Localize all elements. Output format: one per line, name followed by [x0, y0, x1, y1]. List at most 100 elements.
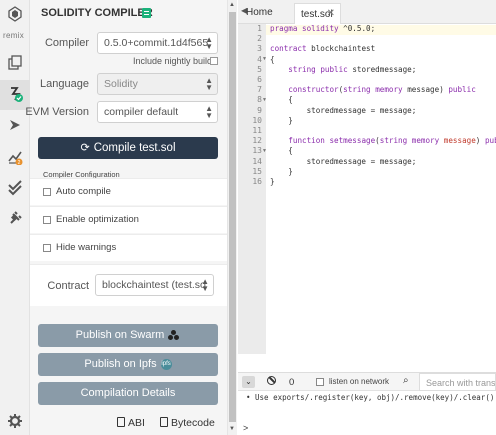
tab-test-sol[interactable]: test.sol ✕: [294, 3, 341, 24]
documentation-icon[interactable]: [142, 8, 151, 18]
compiler-version-select[interactable]: 0.5.0+commit.1d4f565 ▲ ▼: [97, 32, 218, 54]
solidity-compiler-icon[interactable]: [7, 86, 23, 102]
code-line: string public storedmessage;: [288, 64, 417, 74]
clear-console-icon[interactable]: [267, 376, 276, 385]
compile-button[interactable]: ⟳ Compile test.sol: [38, 137, 218, 159]
line-number: 5: [257, 64, 262, 74]
evm-version-select[interactable]: compiler default ▲ ▼: [97, 101, 218, 123]
copy-abi-button[interactable]: ABI: [117, 417, 145, 429]
line-number: 15: [252, 166, 262, 176]
clipboard-icon: [117, 417, 125, 427]
line-number: 11: [252, 126, 262, 135]
swarm-icon: [168, 329, 180, 341]
remix-logo-icon[interactable]: [7, 6, 23, 22]
language-select[interactable]: Solidity ▲ ▼: [97, 73, 218, 95]
code-editor[interactable]: pragma solidity ^0.5.0; contract blockch…: [266, 24, 496, 354]
code-line: {: [270, 146, 293, 156]
code-line: function setmessage(string memory messag…: [288, 136, 496, 146]
refresh-icon: ⟳: [80, 142, 90, 154]
line-number: 7: [257, 85, 262, 95]
analysis-icon[interactable]: 2: [7, 149, 23, 165]
copy-bytecode-button[interactable]: Bytecode: [160, 417, 215, 429]
listen-network-checkbox[interactable]: [316, 378, 324, 386]
settings-gear-icon[interactable]: [7, 413, 23, 429]
compilation-details-button[interactable]: Compilation Details: [38, 382, 218, 405]
contract-select[interactable]: blockchaintest (test.so ▲ ▼: [95, 274, 214, 296]
line-number: 4: [257, 54, 262, 64]
enable-optimization-checkbox[interactable]: [43, 216, 51, 224]
code-line: storedmessage = message;: [270, 105, 417, 115]
publish-ipfs-label: Publish on Ipfs: [84, 358, 157, 370]
line-number: 16: [252, 177, 262, 186]
scrollbar-thumb[interactable]: [229, 12, 236, 422]
publish-swarm-label: Publish on Swarm: [75, 329, 165, 341]
line-number: 12: [252, 136, 262, 146]
close-tab-icon[interactable]: ✕: [327, 8, 335, 19]
collapse-terminal-icon[interactable]: ⌄: [242, 376, 255, 388]
contract-label: Contract: [47, 280, 89, 292]
panel-title: SOLIDITY COMPILER: [41, 7, 153, 19]
line-number: 8: [257, 95, 262, 105]
select-caret-icon: ▲ ▼: [205, 104, 213, 120]
plugin-manager-icon[interactable]: [7, 210, 23, 226]
listen-network-label: listen on network: [329, 377, 390, 386]
hide-warnings-label[interactable]: Hide warnings: [56, 242, 116, 253]
search-icon: ⌕: [403, 375, 409, 386]
ipfs-icon: ipfs: [160, 358, 172, 370]
publish-ipfs-button[interactable]: Publish on Ipfs ipfs: [38, 353, 218, 376]
line-number: 9: [257, 105, 262, 115]
select-caret-icon: ▲ ▼: [205, 35, 213, 51]
deploy-run-icon[interactable]: [7, 117, 23, 133]
nightly-builds-label: Include nightly builds: [133, 56, 217, 66]
remix-logo-label: remix: [3, 31, 25, 40]
evm-version-value: compiler default: [104, 106, 179, 118]
enable-optimization-option: Enable optimization: [30, 206, 227, 233]
file-explorer-icon[interactable]: [7, 55, 23, 71]
line-number: 3: [257, 44, 262, 54]
publish-swarm-button[interactable]: Publish on Swarm: [38, 324, 218, 347]
auto-compile-checkbox[interactable]: [43, 188, 51, 196]
terminal-message: • Use exports/.register(key, obj)/.remov…: [246, 393, 496, 402]
terminal-output: • Use exports/.register(key, obj)/.remov…: [238, 391, 496, 435]
abi-label: ABI: [128, 417, 145, 429]
select-caret-icon: ▲ ▼: [205, 76, 213, 92]
hide-warnings-option: Hide warnings: [30, 234, 227, 261]
editor-gutter: 1 2 3 4 5 6 7 8 9 10 11 12 13 14 15 16 ▼…: [238, 24, 267, 354]
code-line: }: [270, 115, 293, 125]
contract-value: blockchaintest (test.so: [102, 279, 206, 291]
evm-version-label: EVM Version: [25, 106, 89, 118]
code-line: contract blockchaintest: [270, 44, 376, 54]
compiler-panel: SOLIDITY COMPILER Compiler 0.5.0+commit.…: [25, 0, 227, 435]
testing-check-icon[interactable]: [7, 180, 23, 196]
analysis-badge-count: 2: [18, 160, 21, 165]
hide-warnings-checkbox[interactable]: [43, 244, 51, 252]
compilation-details-label: Compilation Details: [80, 387, 176, 399]
scroll-down-arrow-icon[interactable]: ▼: [229, 426, 235, 432]
compiler-version-value: 0.5.0+commit.1d4f565: [104, 37, 209, 49]
code-line: {: [270, 95, 293, 105]
terminal-search-input[interactable]: Search with transaction hash or address: [419, 373, 496, 391]
contract-row: Contract blockchaintest (test.so ▲ ▼: [30, 264, 227, 306]
line-number: 10: [252, 115, 262, 125]
select-caret-icon: ▲ ▼: [201, 277, 209, 293]
enable-optimization-label[interactable]: Enable optimization: [56, 214, 139, 225]
code-line: pragma solidity ^0.5.0;: [270, 24, 376, 33]
tab-home[interactable]: Home: [246, 7, 273, 18]
code-line: constructor(string memory message) publi…: [288, 85, 476, 95]
auto-compile-option: Auto compile: [30, 178, 227, 205]
panel-scrollbar[interactable]: ▲ ▼: [227, 0, 237, 435]
line-number: 14: [252, 156, 262, 166]
line-number: 13: [252, 146, 262, 156]
bytecode-label: Bytecode: [171, 417, 215, 429]
terminal-prompt[interactable]: >: [243, 423, 248, 433]
compiler-label: Compiler: [44, 37, 89, 49]
code-line: storedmessage = message;: [270, 156, 417, 166]
nightly-builds-checkbox[interactable]: [210, 57, 218, 65]
scroll-up-arrow-icon[interactable]: ▲: [229, 2, 235, 8]
terminal-toolbar: ⌄ 0 listen on network ⌕ Search with tran…: [238, 372, 496, 391]
line-number: 2: [257, 34, 262, 44]
clipboard-icon: [160, 417, 168, 427]
code-line: }: [270, 166, 293, 176]
icon-sidebar: remix 2: [0, 0, 30, 435]
auto-compile-label[interactable]: Auto compile: [56, 186, 111, 197]
